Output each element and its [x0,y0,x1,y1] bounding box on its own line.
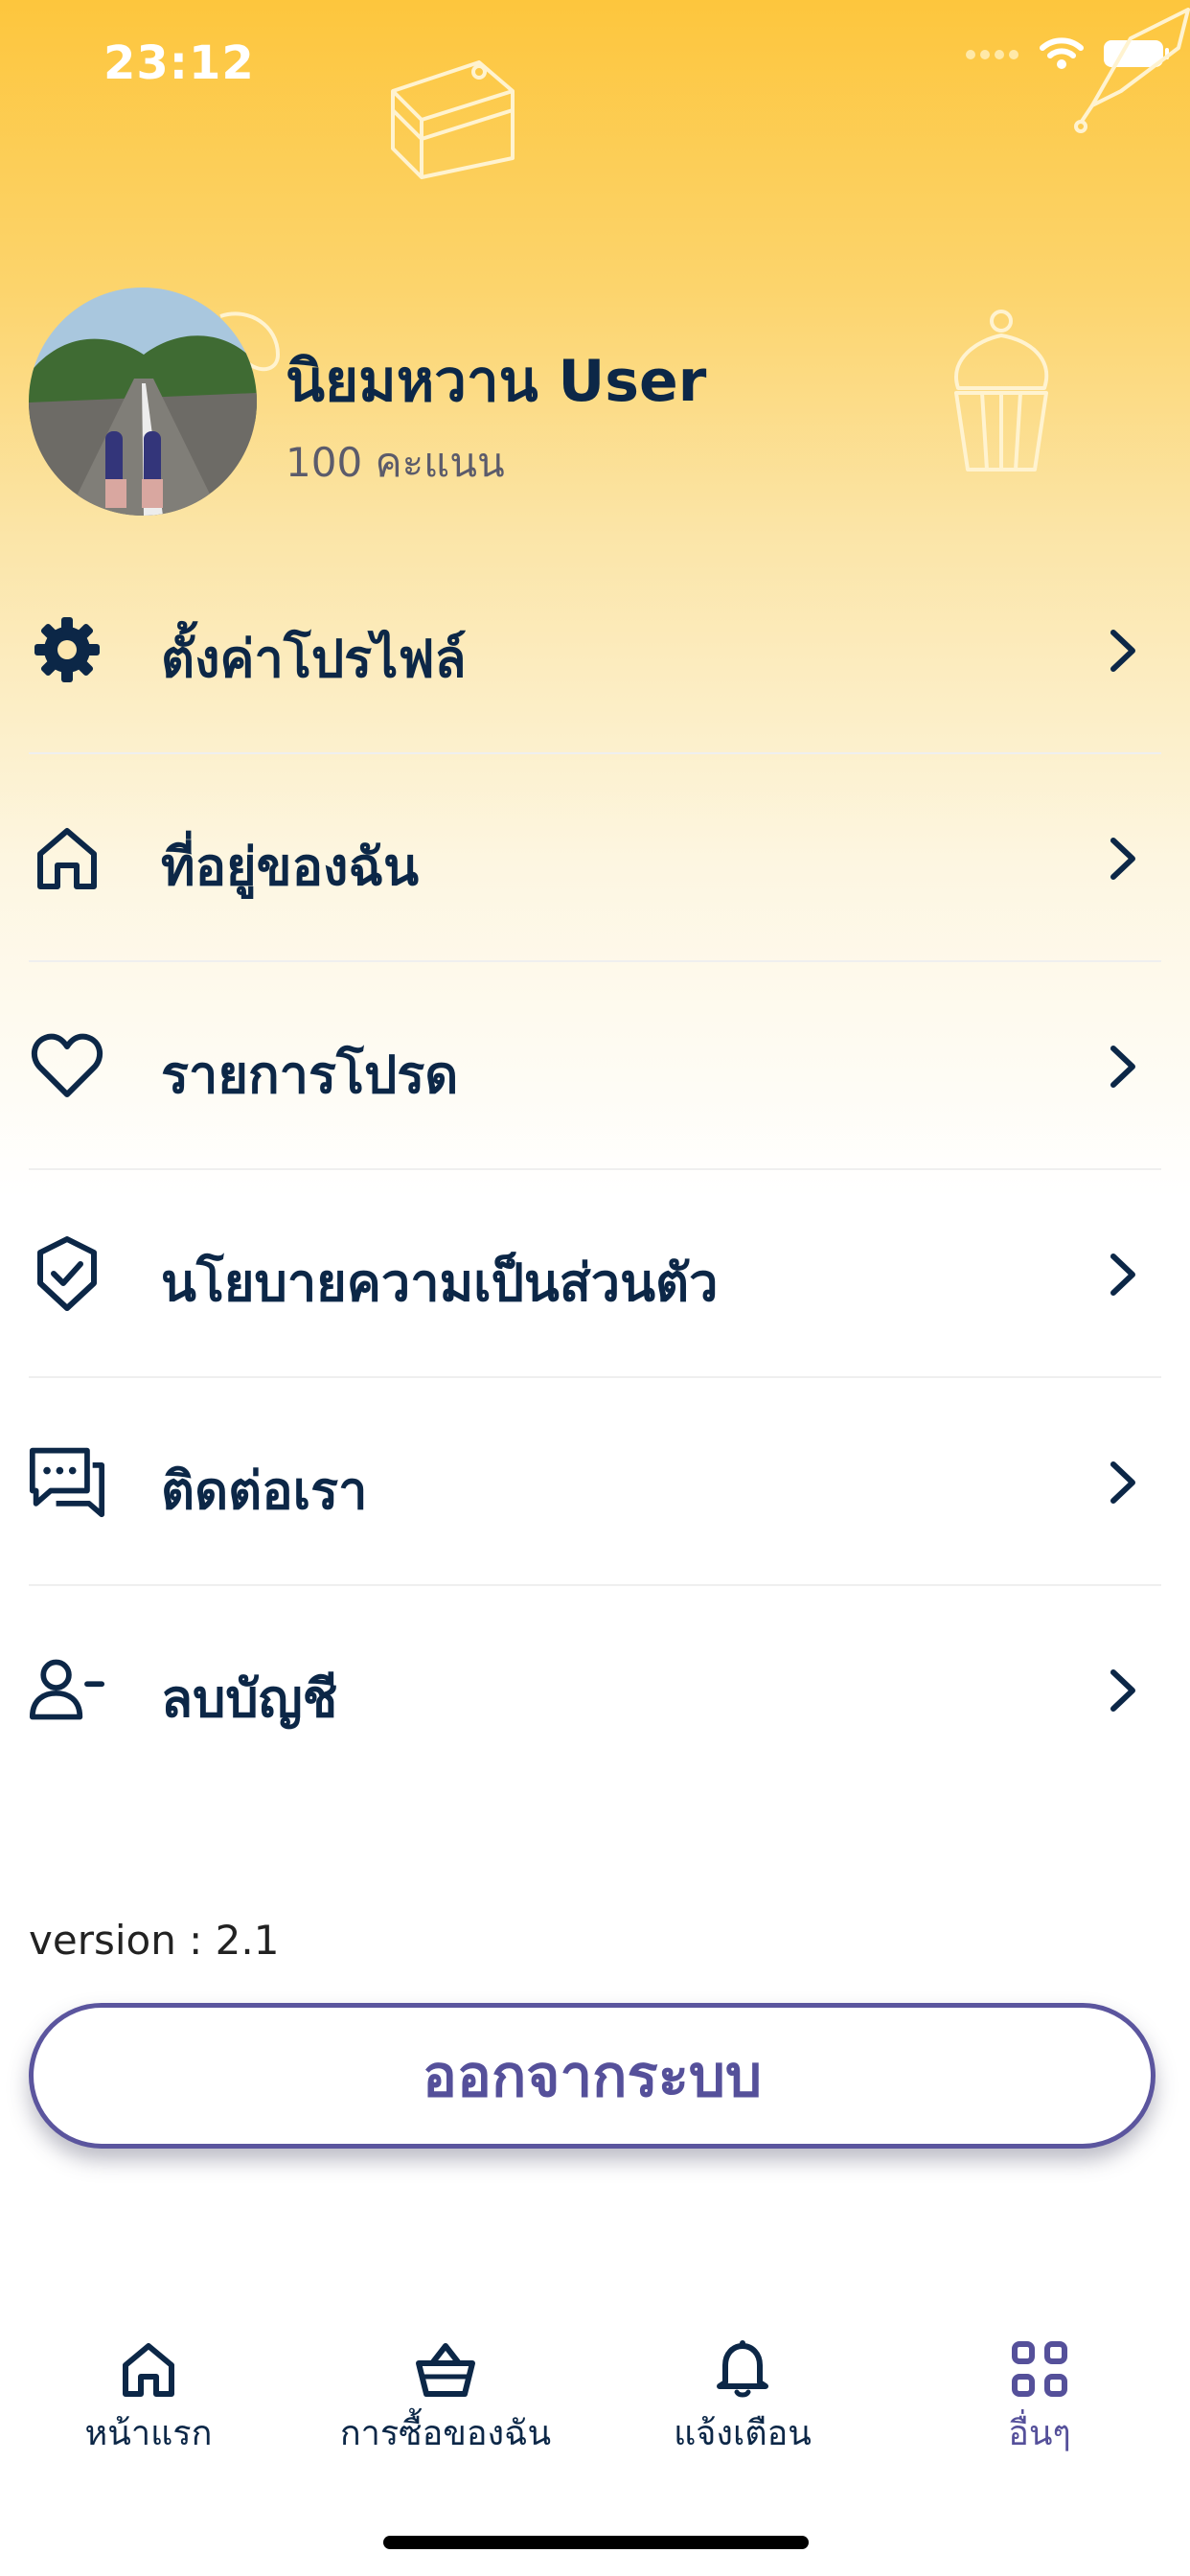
signal-dots-icon [964,47,1021,65]
user-name: นิยมหวาน User [286,348,707,415]
cake-slice-icon [383,53,527,191]
tab-my-purchases[interactable]: การซื้อของฉัน [297,2310,594,2453]
shield-check-icon [29,1235,105,1312]
tab-label: อื่นๆ [1008,2414,1071,2453]
chevron-right-icon [1104,627,1142,675]
status-time: 23:12 [103,36,255,90]
menu-item-privacy-policy[interactable]: นโยบายความเป็นส่วนตัว [29,1170,1161,1378]
tab-notifications[interactable]: แจ้งเตือน [594,2310,891,2453]
menu-item-my-address[interactable]: ที่อยู่ของฉัน [29,754,1161,962]
chevron-right-icon [1104,1667,1142,1714]
chat-icon [29,1443,105,1520]
chevron-right-icon [1104,1251,1142,1299]
chevron-right-icon [1104,1459,1142,1506]
menu-item-profile-settings[interactable]: ตั้งค่าโปรไฟล์ [29,546,1161,754]
menu-label: นโยบายความเป็นส่วนตัว [161,1253,719,1313]
menu-label: รายการโปรด [161,1045,459,1105]
home-icon [29,819,105,896]
status-bar: 23:12 [0,0,1190,134]
tab-more[interactable]: อื่นๆ [891,2310,1188,2453]
tab-label: แจ้งเตือน [674,2414,812,2453]
settings-menu: ตั้งค่าโปรไฟล์ ที่อยู่ของฉัน รายการโปรด … [29,546,1161,1792]
gear-icon [29,611,105,688]
bell-icon [712,2338,773,2400]
profile-header: นิยมหวาน User 100 คะแนน [29,288,1159,518]
menu-item-contact-us[interactable]: ติดต่อเรา [29,1378,1161,1586]
avatar[interactable] [29,288,257,516]
menu-label: ติดต่อเรา [161,1460,368,1521]
tab-home[interactable]: หน้าแรก [0,2310,297,2453]
menu-label: ที่อยู่ของฉัน [161,837,420,897]
bottom-tab-bar: หน้าแรก การซื้อของฉัน แจ้งเตือน อื่นๆ [0,2310,1190,2482]
chevron-right-icon [1104,835,1142,883]
piping-bag-icon [1073,0,1190,138]
menu-label: ลบบัญชี [161,1668,338,1729]
tab-label: หน้าแรก [84,2414,213,2453]
logout-button[interactable]: ออกจากระบบ [29,2003,1156,2149]
tab-label: การซื้อของฉัน [339,2414,552,2453]
grid-icon [1009,2338,1070,2400]
menu-item-favorites[interactable]: รายการโปรด [29,962,1161,1170]
home-indicator [383,2536,809,2549]
menu-label: ตั้งค่าโปรไฟล์ [161,629,467,689]
menu-item-delete-account[interactable]: ลบบัญชี [29,1586,1161,1792]
basket-icon [415,2338,476,2400]
user-minus-icon [29,1651,105,1728]
chevron-right-icon [1104,1043,1142,1091]
home-icon [118,2338,179,2400]
app-version: version : 2.1 [29,1917,280,1964]
heart-icon [29,1027,105,1104]
user-points: 100 คะแนน [286,439,505,486]
